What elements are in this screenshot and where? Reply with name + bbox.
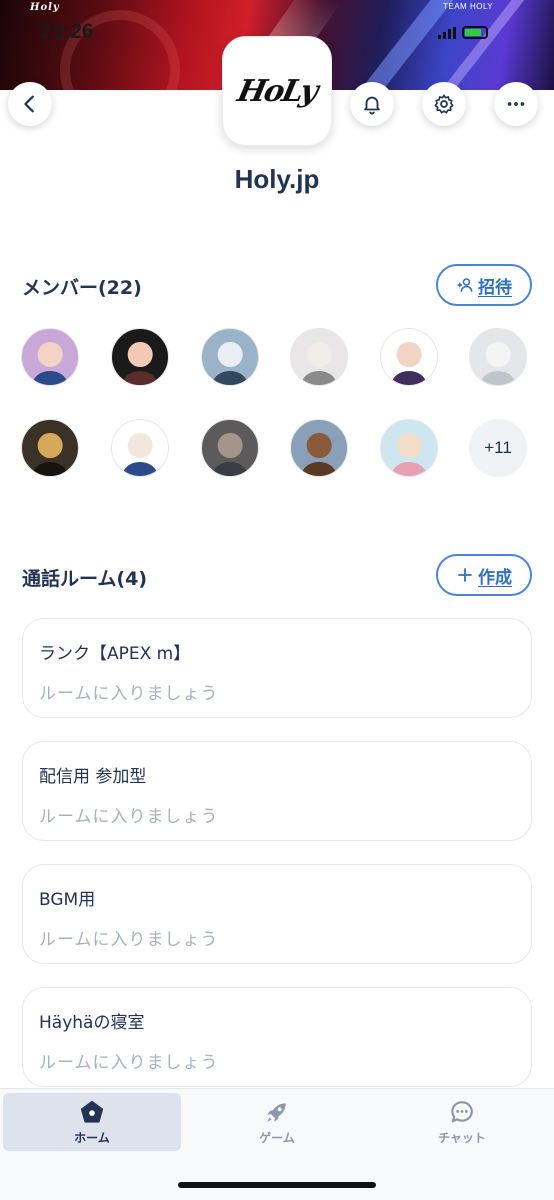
avatar-illustration bbox=[123, 371, 157, 385]
avatar-illustration bbox=[302, 371, 336, 385]
room-card[interactable]: ランク【APEX m】 ルームに入りましょう bbox=[22, 618, 532, 718]
banner-decoration bbox=[339, 0, 459, 90]
members-title: メンバー(22) bbox=[22, 277, 142, 299]
rooms-title: 通話ルーム(4) bbox=[22, 568, 148, 590]
avatar-illustration bbox=[213, 462, 247, 476]
invite-button-label: 招待 bbox=[478, 277, 512, 298]
avatar-illustration bbox=[396, 342, 422, 368]
avatar-illustration bbox=[33, 462, 67, 476]
home-icon bbox=[80, 1100, 104, 1123]
avatar-illustration bbox=[306, 342, 332, 368]
avatar-illustration bbox=[217, 342, 243, 368]
status-time: 23:26 bbox=[40, 20, 94, 43]
avatar-illustration bbox=[392, 371, 426, 385]
nav-label-chat: チャット bbox=[438, 1130, 486, 1145]
member-avatar[interactable] bbox=[380, 328, 438, 386]
add-user-icon bbox=[457, 278, 473, 292]
member-avatar[interactable] bbox=[21, 328, 79, 386]
avatar-illustration bbox=[302, 462, 336, 476]
back-button[interactable] bbox=[8, 82, 52, 126]
room-name: 配信用 参加型 bbox=[39, 767, 147, 787]
chat-icon bbox=[451, 1100, 473, 1122]
avatar-illustration bbox=[37, 433, 63, 459]
member-avatar[interactable] bbox=[111, 328, 169, 386]
avatar-illustration bbox=[396, 433, 422, 459]
avatar-illustration bbox=[127, 342, 153, 368]
create-room-button[interactable]: 作成 bbox=[436, 554, 532, 596]
gear-icon bbox=[434, 94, 454, 114]
member-avatar[interactable] bbox=[469, 328, 527, 386]
nav-tab-home[interactable]: ホーム bbox=[3, 1093, 181, 1151]
member-avatar[interactable] bbox=[290, 328, 348, 386]
home-indicator bbox=[178, 1182, 376, 1188]
group-name: Holy.jp bbox=[234, 164, 320, 194]
avatar-illustration bbox=[213, 371, 247, 385]
create-room-label: 作成 bbox=[478, 567, 512, 588]
nav-label-home: ホーム bbox=[74, 1130, 110, 1145]
status-indicators bbox=[438, 26, 488, 39]
member-avatar[interactable] bbox=[290, 419, 348, 477]
room-subtitle: ルームに入りましょう bbox=[39, 930, 219, 950]
more-members-button[interactable]: +11 bbox=[469, 419, 527, 477]
plus-icon bbox=[458, 568, 472, 582]
nav-tab-chat[interactable]: チャット bbox=[373, 1093, 551, 1151]
signal-icon bbox=[438, 26, 456, 39]
member-avatar[interactable] bbox=[201, 328, 259, 386]
more-options-button[interactable] bbox=[494, 82, 538, 126]
chevron-left-icon bbox=[24, 95, 34, 113]
room-subtitle: ルームに入りましょう bbox=[39, 684, 219, 704]
nav-tab-game[interactable]: ゲーム bbox=[188, 1093, 366, 1151]
avatar-illustration bbox=[485, 342, 511, 368]
room-card[interactable]: 配信用 参加型 ルームに入りましょう bbox=[22, 741, 532, 841]
room-name: BGM用 bbox=[39, 890, 96, 910]
avatar-illustration bbox=[392, 462, 426, 476]
avatar-illustration bbox=[127, 433, 153, 459]
room-subtitle: ルームに入りましょう bbox=[39, 1053, 219, 1073]
battery-icon bbox=[462, 26, 488, 39]
settings-button[interactable] bbox=[422, 82, 466, 126]
rocket-icon bbox=[267, 1102, 286, 1122]
group-logo-text: HoLy bbox=[234, 73, 320, 109]
ellipsis-icon bbox=[507, 102, 525, 106]
room-subtitle: ルームに入りましょう bbox=[39, 807, 219, 827]
bell-icon bbox=[364, 96, 380, 115]
avatar-illustration bbox=[37, 342, 63, 368]
room-name: Häyhäの寝室 bbox=[39, 1013, 145, 1033]
room-name: ランク【APEX m】 bbox=[39, 644, 191, 664]
room-card[interactable]: BGM用 ルームに入りましょう bbox=[22, 864, 532, 964]
avatar-illustration bbox=[481, 371, 515, 385]
room-card[interactable]: Häyhäの寝室 ルームに入りましょう bbox=[22, 987, 532, 1087]
avatar-illustration bbox=[217, 433, 243, 459]
member-avatar[interactable] bbox=[21, 419, 79, 477]
group-logo: HoLy bbox=[222, 36, 332, 146]
member-avatar[interactable] bbox=[380, 419, 438, 477]
invite-button[interactable]: 招待 bbox=[436, 264, 532, 306]
nav-label-game: ゲーム bbox=[259, 1130, 295, 1145]
avatar-illustration bbox=[306, 433, 332, 459]
banner-team-label: TEAM HOLY bbox=[443, 2, 494, 11]
notification-button[interactable] bbox=[350, 82, 394, 126]
member-avatar[interactable] bbox=[111, 419, 169, 477]
member-avatar[interactable] bbox=[201, 419, 259, 477]
avatar-illustration bbox=[33, 371, 67, 385]
avatar-illustration bbox=[123, 462, 157, 476]
banner-mini-logo: Holy bbox=[30, 2, 60, 13]
